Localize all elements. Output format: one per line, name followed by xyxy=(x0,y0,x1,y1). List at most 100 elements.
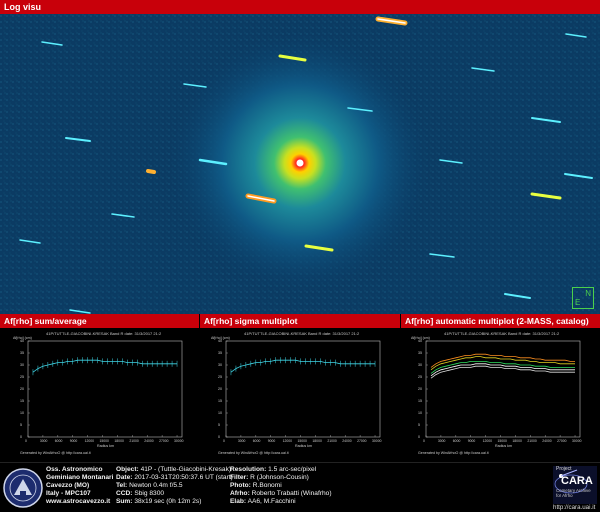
x-tick-label: 24000 xyxy=(342,439,352,443)
afrho-chart-svg: 41P/TUTTLE-GIACOBINI-KRESAK Band R date:… xyxy=(13,331,184,455)
x-tick-label: 12000 xyxy=(283,439,293,443)
photo-value: R.Bonomi xyxy=(252,482,282,490)
x-tick-label: 9000 xyxy=(70,439,78,443)
x-tick-label: 24000 xyxy=(144,439,154,443)
plot-generated: Generated by WinAfrhoO @ http://cara.uai… xyxy=(418,451,489,455)
cara-project: Project xyxy=(556,466,572,472)
x-tick-label: 3000 xyxy=(40,439,48,443)
cara-name: CARA xyxy=(561,475,593,487)
cara-logo: Project CARA Cometary Archive for Afrho xyxy=(553,466,597,504)
y-tick-label: 10 xyxy=(20,411,24,415)
observatory-name: Oss. Astronomico xyxy=(46,466,103,473)
compass: N E xyxy=(572,287,594,309)
afrho-sum-plot: 41P/TUTTLE-GIACOBINI-KRESAK Band R date:… xyxy=(12,329,190,460)
x-tick-label: 15000 xyxy=(498,439,508,443)
filter-value: R (Johnson-Cousin) xyxy=(250,474,309,482)
x-tick-label: 15000 xyxy=(298,439,308,443)
sum-value: 38x19 sec (0h 12m 2s) xyxy=(134,498,202,506)
x-tick-label: 15000 xyxy=(100,439,110,443)
x-tick-label: 21000 xyxy=(327,439,337,443)
observatory-website[interactable]: www.astrocavezzo.it xyxy=(46,498,110,505)
y-tick-label: 30 xyxy=(20,363,24,367)
x-tick-label: 6000 xyxy=(55,439,63,443)
panel-title-sum-average: Af[rho] sum/average xyxy=(0,314,199,328)
plot-xlabel: Radius km xyxy=(97,444,114,448)
y-tick-label: 5 xyxy=(218,423,220,427)
object-value: 41P - (Tuttle-Giacobini-Kresak) xyxy=(140,466,232,473)
y-tick-label: 40 xyxy=(418,339,422,343)
panel-title-sigma-multiplot: Af[rho] sigma multiplot xyxy=(200,314,400,328)
x-tick-label: 6000 xyxy=(453,439,461,443)
y-tick-label: 40 xyxy=(218,339,222,343)
comet-nucleus xyxy=(296,159,304,167)
x-tick-label: 18000 xyxy=(114,439,124,443)
y-tick-label: 0 xyxy=(20,435,22,439)
plot-generated: Generated by WinAfrhoO @ http://cara.uai… xyxy=(20,451,91,455)
cara-url[interactable]: http://cara.uai.it xyxy=(553,504,595,511)
y-tick-label: 30 xyxy=(418,363,422,367)
x-tick-label: 21000 xyxy=(527,439,537,443)
y-tick-label: 35 xyxy=(418,351,422,355)
y-tick-label: 25 xyxy=(20,375,24,379)
y-tick-label: 5 xyxy=(418,423,420,427)
y-tick-label: 40 xyxy=(20,339,24,343)
y-tick-label: 20 xyxy=(218,387,222,391)
y-tick-label: 25 xyxy=(418,375,422,379)
x-tick-label: 9000 xyxy=(268,439,276,443)
observatory-name2: Geminiano Montanari xyxy=(46,474,114,482)
y-tick-label: 35 xyxy=(20,351,24,355)
plot-generated: Generated by WinAfrhoO @ http://cara.uai… xyxy=(218,451,289,455)
plot-header: 41P/TUTTLE-GIACOBINI-KRESAK Band R date:… xyxy=(46,331,162,336)
observatory-logo xyxy=(3,468,43,508)
x-tick-label: 30000 xyxy=(372,439,382,443)
ccd-value: Sbig 8300 xyxy=(134,490,165,498)
date-value: 2017-03-31T20:50:37.6 UT (start) xyxy=(134,474,233,482)
observatory-city: Cavezzo (MO) xyxy=(46,482,90,490)
x-tick-label: 3000 xyxy=(238,439,246,443)
cara-sub: Cometary Archive for Afrho xyxy=(556,488,591,498)
compass-east: E xyxy=(575,298,581,307)
x-tick-label: 21000 xyxy=(129,439,139,443)
plot-header: 41P/TUTTLE-GIACOBINI-KRESAK Band R date:… xyxy=(444,331,560,336)
afrho-sigma-plot: 41P/TUTTLE-GIACOBINI-KRESAK Band R date:… xyxy=(210,329,388,460)
x-tick-label: 30000 xyxy=(174,439,184,443)
y-tick-label: 10 xyxy=(218,411,222,415)
y-tick-label: 0 xyxy=(218,435,220,439)
plot-header: 41P/TUTTLE-GIACOBINI-KRESAK Band R date:… xyxy=(244,331,360,336)
x-tick-label: 0 xyxy=(223,439,225,443)
observatory-country: Italy - MPC107 xyxy=(46,490,91,498)
y-tick-label: 15 xyxy=(20,399,24,403)
y-tick-label: 10 xyxy=(418,411,422,415)
x-tick-label: 9000 xyxy=(468,439,476,443)
afrho-chart-svg: 41P/TUTTLE-GIACOBINI-KRESAK Band R date:… xyxy=(211,331,382,455)
x-tick-label: 24000 xyxy=(542,439,552,443)
y-tick-label: 15 xyxy=(418,399,422,403)
x-tick-label: 0 xyxy=(423,439,425,443)
afrho-value: Roberto Trabatti (Winafrho) xyxy=(251,490,332,498)
log-visu-title: Log visu xyxy=(4,2,42,12)
x-tick-label: 27000 xyxy=(557,439,567,443)
y-tick-label: 20 xyxy=(418,387,422,391)
y-tick-label: 25 xyxy=(218,375,222,379)
x-tick-label: 27000 xyxy=(159,439,169,443)
compass-north: N xyxy=(585,289,591,298)
comet-image xyxy=(0,14,600,314)
x-tick-label: 6000 xyxy=(253,439,261,443)
resolution-value: 1.5 arc-sec/pixel xyxy=(268,466,317,473)
telescope-value: Newton 0.4m f/5.5 xyxy=(129,482,183,490)
log-visu-titlebar: Log visu xyxy=(0,0,600,14)
plot-xlabel: Radius km xyxy=(295,444,312,448)
x-tick-label: 30000 xyxy=(572,439,582,443)
x-tick-label: 27000 xyxy=(357,439,367,443)
plot-frame xyxy=(225,340,381,438)
plot-frame xyxy=(425,340,581,438)
y-tick-label: 0 xyxy=(418,435,420,439)
x-tick-label: 12000 xyxy=(483,439,493,443)
x-tick-label: 18000 xyxy=(312,439,322,443)
panel-title-automatic-multiplot: Af[rho] automatic multiplot (2-MASS, cat… xyxy=(401,314,600,328)
elab-value: AA6, M.Facchini xyxy=(247,498,296,506)
x-tick-label: 18000 xyxy=(512,439,522,443)
y-tick-label: 35 xyxy=(218,351,222,355)
x-tick-label: 12000 xyxy=(85,439,95,443)
plot-frame xyxy=(27,340,183,438)
